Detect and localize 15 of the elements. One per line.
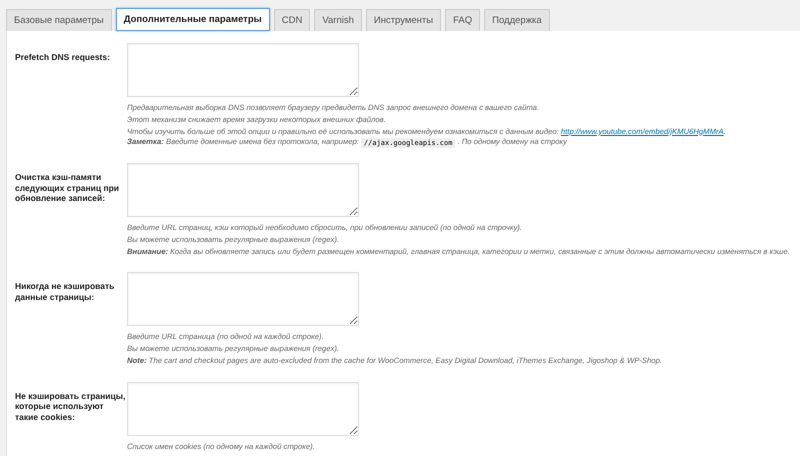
- settings-tab[interactable]: Инструменты: [366, 9, 442, 31]
- field-label: Никогда не кэшировать данные страницы:: [14, 280, 116, 304]
- text-area[interactable]: [127, 43, 359, 97]
- settings-tab[interactable]: CDN: [274, 9, 310, 31]
- settings-tab[interactable]: Базовые параметры: [6, 9, 112, 31]
- field-label: Prefetch DNS requests:: [14, 51, 111, 64]
- field-label: Не кэшировать страницы, которые используют такие cookies:: [14, 390, 126, 424]
- text-area[interactable]: [127, 272, 359, 326]
- text-area[interactable]: [127, 382, 359, 436]
- settings-tab[interactable]: Дополнительные параметры: [116, 8, 270, 31]
- text-area[interactable]: [127, 163, 359, 218]
- settings-tab[interactable]: FAQ: [445, 9, 480, 31]
- settings-tab[interactable]: Varnish: [314, 9, 362, 31]
- settings-tab[interactable]: Поддержка: [484, 9, 550, 31]
- field-label: Очистка кэш-памяти следующих страниц при обновление записей:: [14, 171, 120, 206]
